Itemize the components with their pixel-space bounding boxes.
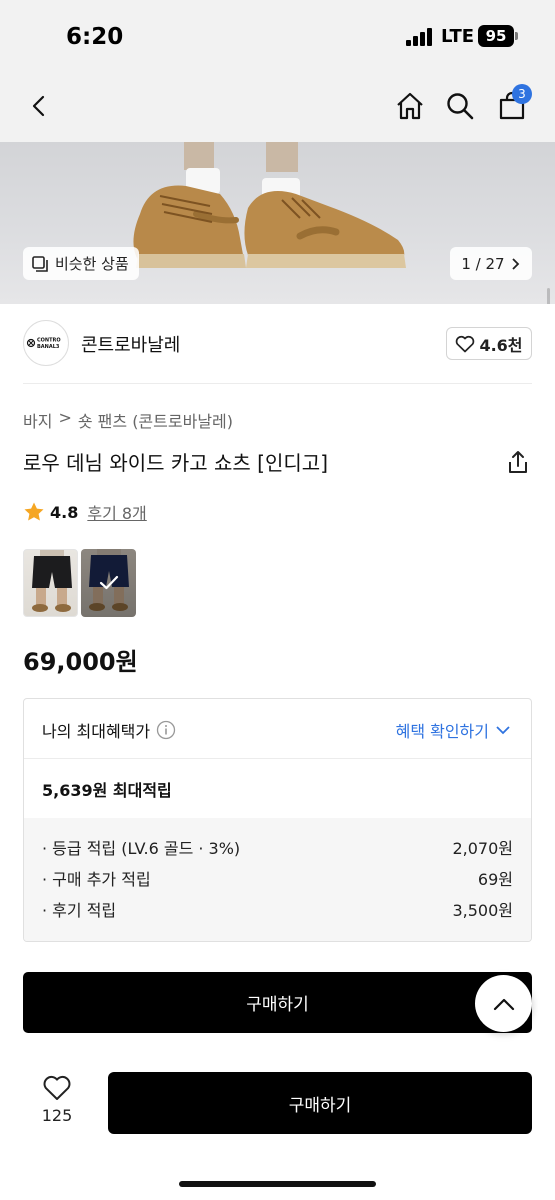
chevron-up-icon — [493, 998, 514, 1010]
breadcrumb-separator: > — [58, 408, 72, 427]
image-counter-button[interactable]: 1 / 27 — [450, 247, 532, 280]
rating-row: 4.8 후기 8개 — [23, 500, 147, 524]
star-icon — [24, 502, 44, 521]
chevron-right-icon — [511, 257, 519, 270]
home-indicator — [179, 1181, 376, 1187]
points-row-value: 3,500원 — [452, 901, 513, 920]
brand-row[interactable]: CONTRO BANAL3 콘트로바날레 4.6천 — [23, 320, 532, 368]
brand-like-button[interactable]: 4.6천 — [446, 327, 532, 360]
back-button[interactable] — [18, 72, 62, 140]
network-type: LTE — [441, 26, 475, 47]
points-row-label: · 등급 적립 (LV.6 골드 · 3%) — [42, 839, 241, 858]
scroll-to-top-button[interactable] — [475, 975, 532, 1032]
wishlist-button[interactable]: 125 — [30, 1074, 84, 1134]
breadcrumb-category[interactable]: 바지 — [23, 408, 52, 432]
similar-products-button[interactable]: 비슷한 상품 — [23, 247, 139, 280]
cart-button[interactable] — [490, 72, 534, 140]
brand-logo-text-2: BANAL3 — [37, 344, 60, 350]
reviews-link[interactable]: 후기 8개 — [87, 500, 146, 524]
share-icon — [509, 451, 527, 473]
share-button[interactable] — [504, 448, 532, 476]
points-row: · 후기 적립 3,500원 — [42, 897, 513, 928]
home-icon — [397, 92, 423, 120]
status-bar: 6:20 LTE 95 — [0, 0, 555, 72]
points-row-value: 2,070원 — [452, 839, 513, 858]
total-points: 5,639원 최대적립 — [42, 781, 172, 800]
benefit-label: 나의 최대혜택가 — [42, 722, 151, 741]
check-benefits-link[interactable]: 혜택 확인하기 — [396, 718, 511, 742]
breadcrumb-subcategory[interactable]: 숏 팬츠 (콘트로바날레) — [78, 408, 233, 432]
rating-value: 4.8 — [50, 502, 79, 522]
color-swatch-indigo[interactable] — [81, 549, 136, 617]
swatch-black-photo — [32, 550, 72, 612]
points-row: · 등급 적립 (LV.6 골드 · 3%) 2,070원 — [42, 835, 513, 866]
heart-icon — [43, 1075, 71, 1100]
chevron-down-icon — [496, 726, 510, 735]
home-button[interactable] — [388, 72, 432, 140]
benefit-header[interactable]: 나의 최대혜택가 혜택 확인하기 — [24, 699, 531, 759]
points-row-label: · 구매 추가 적립 — [42, 870, 151, 889]
check-benefits-label: 혜택 확인하기 — [395, 722, 489, 741]
cell-signal-icon — [406, 28, 436, 46]
info-icon[interactable] — [156, 720, 176, 740]
points-row-value: 69원 — [477, 870, 513, 889]
benefit-label-group: 나의 최대혜택가 — [42, 718, 176, 742]
bottom-buy-button[interactable]: 구매하기 — [108, 1072, 532, 1134]
top-nav-bar — [0, 72, 555, 142]
search-icon — [447, 93, 474, 120]
divider — [23, 383, 532, 384]
cart-count-badge: 3 — [512, 84, 532, 104]
max-benefit-panel: 나의 최대혜택가 혜택 확인하기 5,639원 최대적립 · 등급 적립 (LV… — [23, 698, 532, 942]
battery-icon: 95 — [478, 25, 518, 47]
points-row: · 구매 추가 적립 69원 — [42, 866, 513, 897]
chevron-left-icon — [32, 95, 45, 117]
wishlist-count: 125 — [41, 1106, 73, 1125]
points-breakdown: · 등급 적립 (LV.6 골드 · 3%) 2,070원 · 구매 추가 적립… — [24, 818, 531, 941]
color-swatch-black[interactable] — [23, 549, 78, 617]
selected-overlay — [81, 549, 136, 617]
brand-logo-mark: CONTRO BANAL3 — [26, 338, 61, 350]
heart-icon — [456, 335, 475, 352]
search-button[interactable] — [438, 72, 482, 140]
buy-button-label: 구매하기 — [246, 995, 309, 1015]
breadcrumb: 바지 > 숏 팬츠 (콘트로바날레) — [23, 408, 233, 432]
brand-name[interactable]: 콘트로바날레 — [81, 331, 180, 357]
brand-logo-text-1: CONTRO — [37, 338, 61, 344]
image-counter: 1 / 27 — [461, 254, 505, 273]
image-scroll-indicator — [547, 288, 550, 304]
product-title: 로우 데님 와이드 카고 쇼츠 [인디고] — [23, 451, 328, 475]
bottom-buy-button-label: 구매하기 — [288, 1095, 352, 1116]
brand-logo[interactable]: CONTRO BANAL3 — [23, 320, 69, 366]
points-row-label: · 후기 적립 — [42, 901, 117, 920]
status-time: 6:20 — [66, 24, 124, 50]
brand-like-count: 4.6천 — [479, 335, 523, 355]
similar-products-label: 비슷한 상품 — [55, 255, 129, 273]
stack-icon — [32, 255, 48, 272]
checkmark-icon — [99, 575, 118, 590]
product-price: 69,000원 — [23, 648, 138, 676]
buy-button[interactable]: 구매하기 — [23, 972, 532, 1033]
